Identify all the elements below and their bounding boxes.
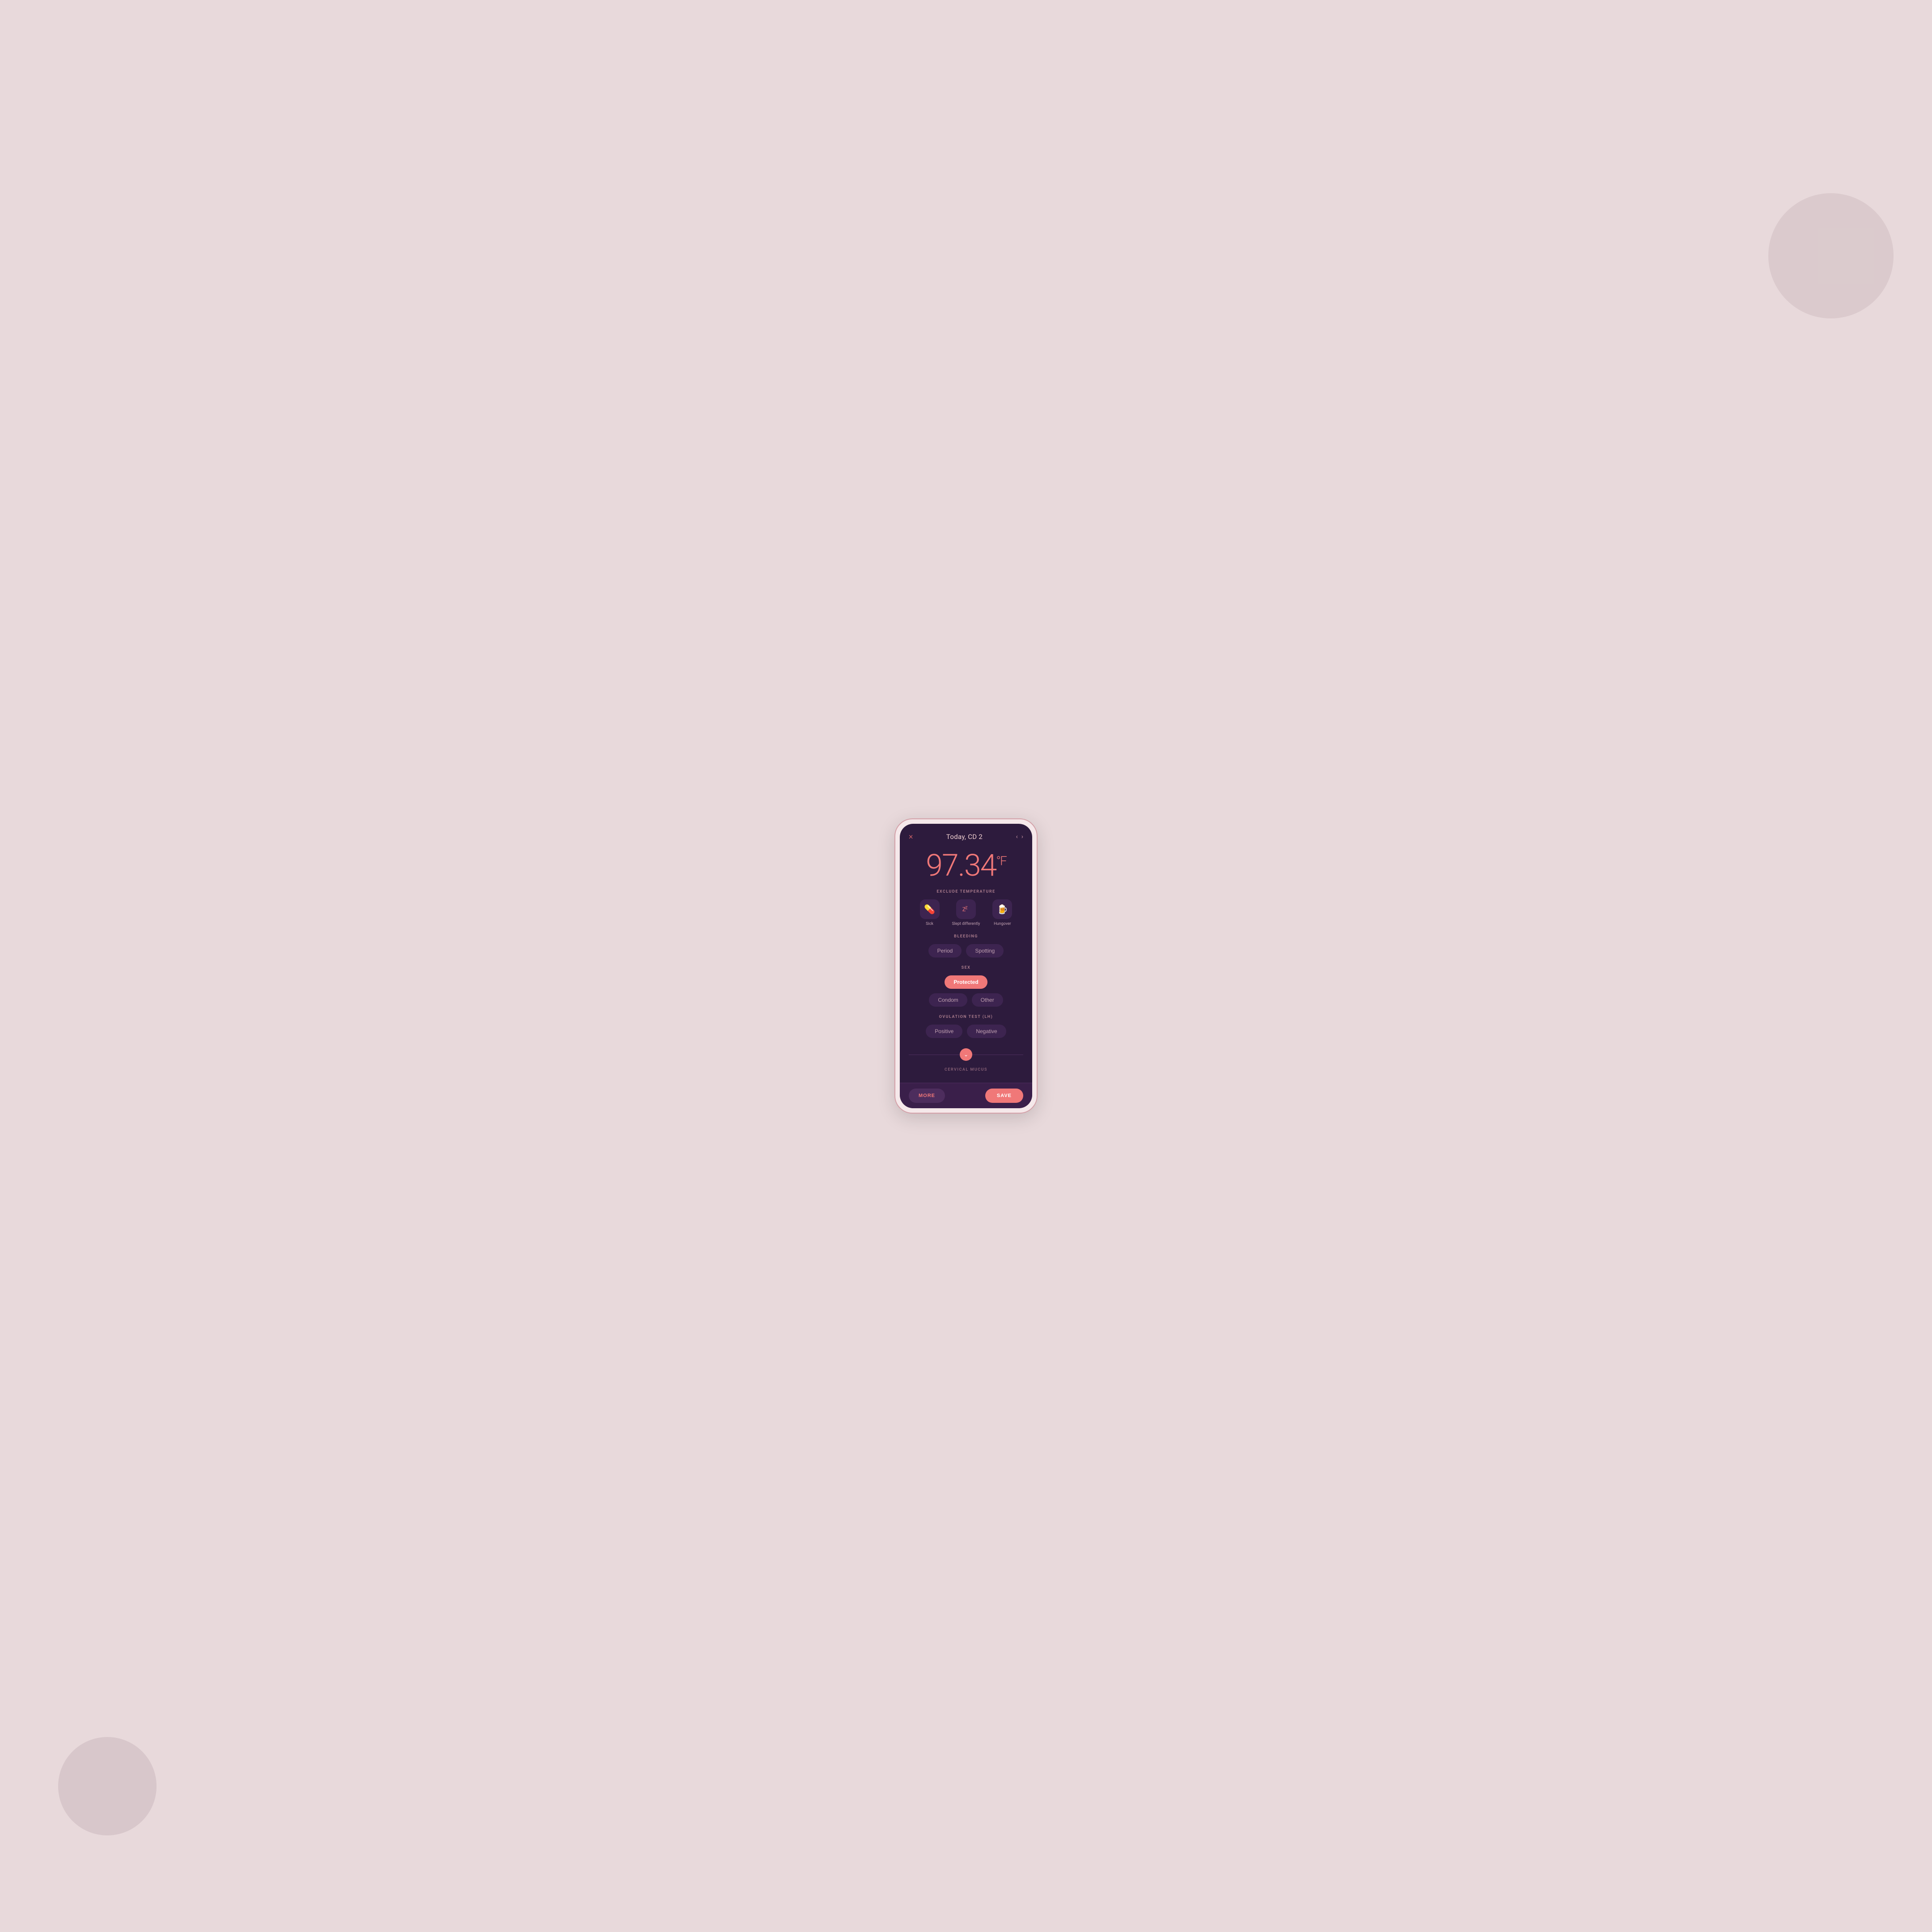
temperature-value[interactable]: 97.34°F bbox=[926, 847, 1006, 883]
hungover-label: Hungover bbox=[994, 922, 1011, 926]
more-button[interactable]: MORE bbox=[909, 1089, 945, 1103]
expand-button[interactable]: ⌄ bbox=[960, 1048, 972, 1061]
nav-arrows: ‹ › bbox=[1016, 833, 1023, 840]
sex-sub-buttons: Condom Other bbox=[909, 993, 1023, 1007]
hungover-item[interactable]: 🍺 Hungover bbox=[992, 899, 1012, 926]
slept-differently-icon: Z Z bbox=[956, 899, 976, 919]
sick-item[interactable]: 💊 Sick bbox=[920, 899, 940, 926]
other-button[interactable]: Other bbox=[972, 993, 1003, 1007]
temperature-display: 97.34°F bbox=[900, 846, 1032, 890]
exclude-temperature-label: EXCLUDE TEMPERATURE bbox=[909, 890, 1023, 894]
spotting-button[interactable]: Spotting bbox=[966, 944, 1004, 958]
protected-button[interactable]: Protected bbox=[945, 975, 987, 989]
bg-circle-left bbox=[58, 1737, 157, 1835]
bg-circle-right bbox=[1768, 193, 1894, 318]
sex-buttons: Protected bbox=[909, 975, 1023, 989]
chevron-down-icon: ⌄ bbox=[964, 1051, 968, 1058]
page-background: × Today, CD 2 ‹ › 97.34°F EXCLUDE TEMPER… bbox=[0, 0, 1932, 1932]
bleeding-buttons: Period Spotting bbox=[909, 944, 1023, 958]
condom-button[interactable]: Condom bbox=[929, 993, 967, 1007]
bleeding-label: BLEEDING bbox=[909, 934, 1023, 939]
header: × Today, CD 2 ‹ › bbox=[900, 824, 1032, 846]
bleeding-section: BLEEDING Period Spotting bbox=[900, 934, 1032, 958]
temperature-unit: °F bbox=[996, 853, 1006, 868]
header-title: Today, CD 2 bbox=[946, 833, 983, 841]
ovulation-test-section: OVULATION TEST (LH) Positive Negative bbox=[900, 1015, 1032, 1038]
sex-label: SEX bbox=[909, 966, 1023, 970]
exclude-temperature-section: EXCLUDE TEMPERATURE 💊 Sick Z Z bbox=[900, 890, 1032, 926]
expand-row: ⌄ bbox=[900, 1046, 1032, 1063]
bottom-bar: MORE SAVE bbox=[900, 1083, 1032, 1108]
positive-button[interactable]: Positive bbox=[926, 1025, 962, 1038]
save-button[interactable]: SAVE bbox=[985, 1089, 1023, 1103]
slept-differently-item[interactable]: Z Z Slept differently bbox=[952, 899, 980, 926]
period-button[interactable]: Period bbox=[928, 944, 962, 958]
scroll-content[interactable]: EXCLUDE TEMPERATURE 💊 Sick Z Z bbox=[900, 890, 1032, 1108]
negative-button[interactable]: Negative bbox=[967, 1025, 1006, 1038]
nav-next-button[interactable]: › bbox=[1021, 833, 1023, 840]
nav-prev-button[interactable]: ‹ bbox=[1016, 833, 1018, 840]
cervical-mucus-label: CERVICAL MUCUS bbox=[900, 1068, 1032, 1072]
svg-text:Z: Z bbox=[965, 906, 968, 911]
sick-icon: 💊 bbox=[920, 899, 940, 919]
hungover-icon: 🍺 bbox=[992, 899, 1012, 919]
sex-section: SEX Protected Condom Other bbox=[900, 966, 1032, 1007]
screen: × Today, CD 2 ‹ › 97.34°F EXCLUDE TEMPER… bbox=[900, 824, 1032, 1108]
ovulation-test-label: OVULATION TEST (LH) bbox=[909, 1015, 1023, 1019]
phone-frame: × Today, CD 2 ‹ › 97.34°F EXCLUDE TEMPER… bbox=[894, 818, 1038, 1114]
slept-differently-label: Slept differently bbox=[952, 922, 980, 926]
temperature-number: 97.34 bbox=[926, 847, 996, 883]
close-button[interactable]: × bbox=[909, 832, 913, 841]
exclude-temperature-icons: 💊 Sick Z Z Slept differently bbox=[909, 899, 1023, 926]
sick-label: Sick bbox=[926, 922, 933, 926]
ovulation-test-buttons: Positive Negative bbox=[909, 1025, 1023, 1038]
